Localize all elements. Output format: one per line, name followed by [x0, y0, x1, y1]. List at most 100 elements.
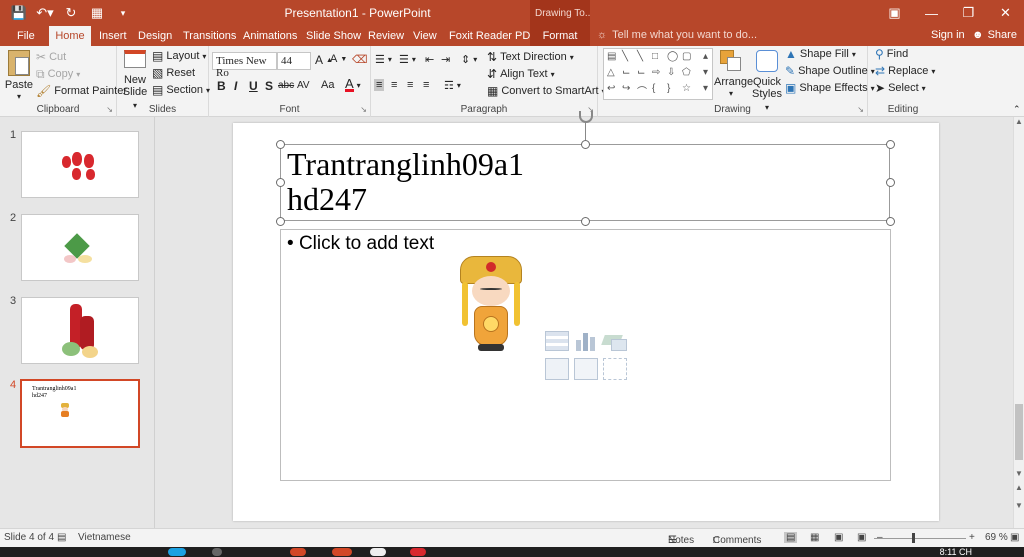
- normal-view-icon[interactable]: ▤: [784, 532, 798, 543]
- right-brace-shape-icon[interactable]: }: [667, 83, 670, 94]
- scroll-down-icon[interactable]: ▼: [1015, 469, 1023, 478]
- underline-button[interactable]: U: [249, 79, 258, 93]
- font-size-combo[interactable]: 44: [277, 52, 311, 70]
- shape-fill-button[interactable]: ▲ Shape Fill ▾: [785, 48, 856, 60]
- center-icon[interactable]: ≡: [391, 79, 397, 91]
- zoom-slider-thumb[interactable]: [912, 533, 915, 543]
- content-placeholder[interactable]: • Click to add text: [280, 229, 891, 481]
- taskbar-powerpoint-icon[interactable]: [332, 548, 352, 556]
- collapse-ribbon-icon[interactable]: ⌃: [1013, 104, 1021, 115]
- increase-indent-icon[interactable]: ⇥: [441, 53, 450, 66]
- text-direction-button[interactable]: ⇅ Text Direction ▾: [487, 51, 574, 63]
- tao-quan-picture[interactable]: [456, 256, 526, 353]
- font-launcher-icon[interactable]: ↘: [360, 105, 367, 114]
- align-right-icon[interactable]: ≡: [407, 79, 413, 91]
- section-button[interactable]: ▤ Section ▾: [152, 84, 210, 96]
- star-shape-icon[interactable]: ☆: [682, 83, 691, 94]
- insert-table-icon[interactable]: [545, 331, 569, 351]
- line-shape-icon[interactable]: ╲: [622, 51, 628, 62]
- tab-review[interactable]: Review: [368, 26, 404, 46]
- gallery-more-icon[interactable]: ▾: [703, 83, 708, 94]
- line-spacing-icon[interactable]: ⇕ ▾: [461, 53, 477, 66]
- tell-me-box[interactable]: ☼ Tell me what you want to do...: [597, 29, 757, 41]
- scrollbar-thumb[interactable]: [1015, 404, 1023, 460]
- rounded-rectangle-shape-icon[interactable]: ▢: [682, 51, 691, 62]
- gallery-scroll-up-icon[interactable]: ▴: [703, 51, 708, 62]
- slide-thumbnail[interactable]: [21, 214, 139, 281]
- new-slide-button[interactable]: New Slide ▾: [120, 50, 150, 112]
- taskbar-app-icon[interactable]: [370, 548, 386, 556]
- insert-chart-icon[interactable]: [574, 331, 598, 351]
- resize-handle-left[interactable]: [276, 178, 285, 187]
- previous-slide-icon[interactable]: ▲: [1015, 483, 1023, 492]
- reset-button[interactable]: ▧ Reset: [152, 67, 195, 79]
- slide-sorter-icon[interactable]: ▦: [810, 532, 819, 543]
- tab-file[interactable]: File: [10, 26, 40, 46]
- bullets-icon[interactable]: ☰ ▾: [375, 53, 392, 66]
- fit-to-window-icon[interactable]: ▣: [1010, 532, 1019, 543]
- tab-slide-show[interactable]: Slide Show: [306, 26, 361, 46]
- elbow-connector-2-shape-icon[interactable]: ⌙: [637, 67, 645, 78]
- tab-animations[interactable]: Animations: [243, 26, 297, 46]
- vertical-scrollbar[interactable]: ▲ ▼ ▲ ▼: [1013, 117, 1024, 528]
- tab-foxit-reader-pdf[interactable]: Foxit Reader PDF: [449, 26, 537, 46]
- slide-thumbnail[interactable]: [21, 297, 139, 364]
- resize-handle-top[interactable]: [581, 140, 590, 149]
- character-spacing-button[interactable]: AV: [297, 80, 310, 91]
- insert-picture-icon[interactable]: [545, 358, 569, 380]
- format-painter-button[interactable]: 🖌 Format Painter: [36, 85, 127, 97]
- replace-button[interactable]: ⇄ Replace ▾: [875, 65, 935, 77]
- insert-smartart-icon[interactable]: [601, 331, 627, 351]
- align-left-icon[interactable]: ≡: [374, 79, 385, 91]
- title-placeholder[interactable]: Trantranglinh09a1 hd247: [280, 144, 890, 221]
- insert-video-icon[interactable]: [603, 358, 627, 380]
- cut-button[interactable]: ✂ Cut: [36, 51, 66, 63]
- numbering-icon[interactable]: ☰ ▾: [399, 53, 416, 66]
- align-text-button[interactable]: ⇵ Align Text ▾: [487, 68, 555, 80]
- select-button[interactable]: ➤ Select ▾: [875, 82, 926, 94]
- taskbar-app-icon[interactable]: [168, 548, 186, 556]
- spell-check-icon[interactable]: ▤: [57, 532, 66, 543]
- zoom-slider[interactable]: [874, 538, 966, 539]
- rectangle-shape-icon[interactable]: □: [652, 51, 658, 62]
- oval-shape-icon[interactable]: ◯: [667, 51, 678, 62]
- copy-button[interactable]: ⧉ Copy ▾: [36, 68, 80, 80]
- taskbar-clock[interactable]: 8:11 CH: [940, 547, 972, 557]
- resize-handle-bottom-right[interactable]: [886, 217, 895, 226]
- triangle-shape-icon[interactable]: △: [607, 67, 615, 78]
- shapes-gallery[interactable]: ▤ ╲ ╲ □ ◯ ▢ △ ⌙ ⌙ ⇨ ⇩ ⬠ ↩ ↪ ⌒ { } ☆ ▴ ▾ …: [603, 48, 713, 100]
- resize-handle-right[interactable]: [886, 178, 895, 187]
- shape-effects-button[interactable]: ▣ Shape Effects ▾: [785, 82, 875, 94]
- shadow-button[interactable]: S: [265, 79, 273, 93]
- language-indicator[interactable]: Vietnamese: [78, 532, 131, 543]
- text-box-shape-icon[interactable]: ▤: [607, 51, 616, 62]
- layout-button[interactable]: ▤ Layout ▾: [152, 50, 206, 62]
- resize-handle-bottom-left[interactable]: [276, 217, 285, 226]
- restore-icon[interactable]: ❐: [950, 0, 987, 26]
- close-icon[interactable]: ✕: [987, 0, 1024, 26]
- slide-show-view-icon[interactable]: ▣: [857, 532, 866, 543]
- drawing-launcher-icon[interactable]: ↘: [857, 105, 864, 114]
- taskbar-app-icon[interactable]: [290, 548, 306, 556]
- strikethrough-button[interactable]: abc: [278, 80, 294, 91]
- slide-thumbnail[interactable]: [21, 131, 139, 198]
- ribbon-display-options-icon[interactable]: ▣: [876, 0, 913, 26]
- zoom-in-icon[interactable]: +: [969, 532, 975, 543]
- taskbar-app-icon[interactable]: [212, 548, 222, 556]
- convert-to-smartart-button[interactable]: ▦Convert to SmartArt▾: [487, 85, 606, 97]
- curve-shape-icon[interactable]: ↩: [607, 83, 615, 94]
- resize-handle-bottom[interactable]: [581, 217, 590, 226]
- taskbar-app-icon[interactable]: [410, 548, 426, 556]
- curve-2-shape-icon[interactable]: ↪: [622, 83, 630, 94]
- content-placeholder-text[interactable]: • Click to add text: [287, 233, 434, 255]
- find-button[interactable]: ⚲ Find: [875, 48, 908, 60]
- insert-online-picture-icon[interactable]: [574, 358, 598, 380]
- down-arrow-shape-icon[interactable]: ⇩: [667, 67, 675, 78]
- clipboard-launcher-icon[interactable]: ↘: [106, 105, 113, 114]
- bold-button[interactable]: B: [217, 79, 226, 93]
- reading-view-icon[interactable]: ▣: [834, 532, 843, 543]
- slide-title-text[interactable]: Trantranglinh09a1 hd247: [287, 147, 524, 217]
- justify-icon[interactable]: ≡: [423, 79, 429, 91]
- tab-home[interactable]: Home: [49, 26, 91, 46]
- arc-shape-icon[interactable]: ⌒: [637, 83, 647, 98]
